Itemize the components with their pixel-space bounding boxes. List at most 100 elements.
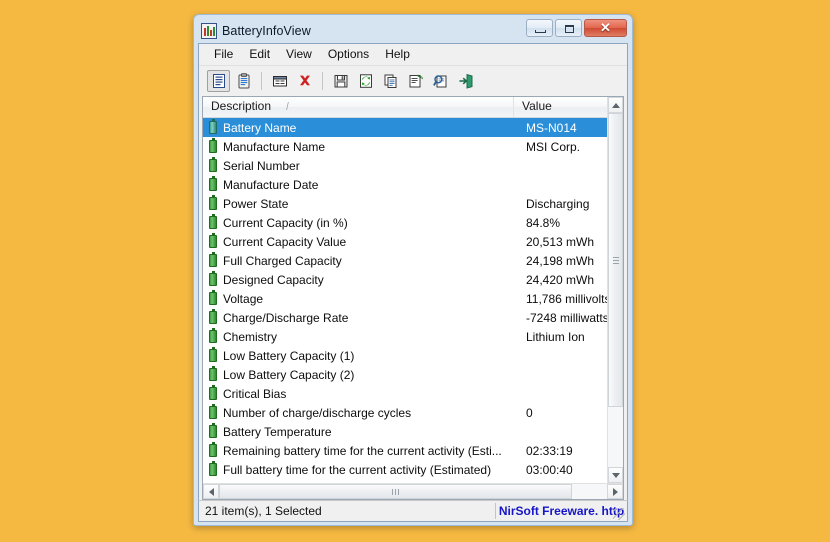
maximize-button[interactable] xyxy=(555,19,582,37)
battery-icon xyxy=(209,328,217,343)
cell-description: Full battery time for the current activi… xyxy=(223,462,492,477)
cell-description: Number of charge/discharge cycles xyxy=(223,405,412,420)
cell-description: Chemistry xyxy=(223,329,278,344)
vertical-scroll-thumb[interactable] xyxy=(608,113,623,407)
save-floppy-icon xyxy=(333,73,349,89)
column-header-value-label: Value xyxy=(522,99,552,113)
scroll-right-arrow-icon[interactable] xyxy=(607,484,623,499)
cell-description: Manufacture Name xyxy=(223,139,326,154)
report-view-button[interactable] xyxy=(207,70,230,92)
table-row[interactable]: Manufacture Date xyxy=(203,175,607,194)
table-row[interactable]: Manufacture Name MSI Corp. xyxy=(203,137,607,156)
cell-value: MS-N014 xyxy=(526,120,577,135)
cell-value: MSI Corp. xyxy=(526,139,581,154)
menu-edit[interactable]: Edit xyxy=(241,45,278,64)
refresh-button[interactable] xyxy=(354,70,377,92)
clipboard-button[interactable] xyxy=(232,70,255,92)
vertical-scrollbar[interactable] xyxy=(607,97,623,483)
menu-view[interactable]: View xyxy=(278,45,320,64)
battery-icon xyxy=(209,157,217,172)
save-button[interactable] xyxy=(329,70,352,92)
column-header-value[interactable]: Value xyxy=(514,97,607,117)
resize-grip[interactable] xyxy=(613,508,625,520)
refresh-green-arrows-icon xyxy=(358,73,374,89)
cell-value: 24,198 mWh xyxy=(526,253,595,268)
cell-description: Low Battery Capacity (1) xyxy=(223,348,355,363)
maximize-icon xyxy=(565,25,574,33)
battery-icon xyxy=(209,119,217,134)
table-row[interactable]: Charge/Discharge Rate -7248 milliwatts xyxy=(203,308,607,327)
delete-red-x-icon xyxy=(297,73,313,89)
table-row[interactable]: Critical Bias xyxy=(203,384,607,403)
close-icon: ✕ xyxy=(600,20,611,35)
properties-window-button[interactable] xyxy=(268,70,291,92)
cell-description: Designed Capacity xyxy=(223,272,324,287)
menu-options[interactable]: Options xyxy=(320,45,377,64)
status-nirsoft-link[interactable]: NirSoft Freeware. http xyxy=(496,504,627,518)
find-button[interactable] xyxy=(429,70,452,92)
list-header: Description / Value xyxy=(203,97,607,118)
list-main: Description / Value Battery Name MS-N014 M… xyxy=(203,97,607,483)
table-row[interactable]: Low Battery Capacity (2) xyxy=(203,365,607,384)
clipboard-icon xyxy=(236,73,252,89)
table-row[interactable]: Remaining battery time for the current a… xyxy=(203,441,607,460)
cell-value: 03:00:40 xyxy=(526,462,573,477)
copy-pages-icon xyxy=(383,73,399,89)
cell-description: Current Capacity (in %) xyxy=(223,215,348,230)
copy-button[interactable] xyxy=(379,70,402,92)
scroll-down-arrow-icon[interactable] xyxy=(608,467,623,483)
table-row[interactable]: Designed Capacity 24,420 mWh xyxy=(203,270,607,289)
battery-icon xyxy=(209,214,217,229)
toolbar-separator xyxy=(322,72,323,90)
table-row[interactable]: Battery Name MS-N014 xyxy=(203,118,607,137)
scroll-up-arrow-icon[interactable] xyxy=(608,97,623,113)
cell-description: Critical Bias xyxy=(223,386,287,401)
horizontal-scrollbar[interactable] xyxy=(203,483,623,499)
delete-button[interactable] xyxy=(293,70,316,92)
menu-help[interactable]: Help xyxy=(377,45,418,64)
column-header-description[interactable]: Description / xyxy=(203,97,514,117)
table-row[interactable]: Number of charge/discharge cycles 0 xyxy=(203,403,607,422)
cell-description: Charge/Discharge Rate xyxy=(223,310,349,325)
title-bar[interactable]: BatteryInfoView ✕ xyxy=(198,18,628,43)
cell-value: 11,786 millivolts xyxy=(526,291,607,306)
table-row[interactable]: Current Capacity Value 20,513 mWh xyxy=(203,232,607,251)
battery-icon xyxy=(209,461,217,476)
list-body-row: Description / Value Battery Name MS-N014 M… xyxy=(203,97,623,483)
battery-icon xyxy=(209,423,217,438)
cell-description: Serial Number xyxy=(223,158,300,173)
vertical-scroll-track[interactable] xyxy=(608,113,623,467)
table-row[interactable]: Full Charged Capacity 24,198 mWh xyxy=(203,251,607,270)
battery-icon xyxy=(209,138,217,153)
client-area: File Edit View Options Help Description … xyxy=(198,43,628,500)
table-row[interactable]: Current Capacity (in %) 84.8% xyxy=(203,213,607,232)
menu-file[interactable]: File xyxy=(206,45,241,64)
scroll-left-arrow-icon[interactable] xyxy=(203,484,219,499)
table-row[interactable]: Battery Temperature xyxy=(203,422,607,441)
table-row[interactable]: Full battery time for the current activi… xyxy=(203,460,607,479)
chart-bars-icon xyxy=(201,22,217,39)
cell-description: Battery Name xyxy=(223,120,297,135)
cell-value: 84.8% xyxy=(526,215,561,230)
minimize-button[interactable] xyxy=(526,19,553,37)
battery-icon xyxy=(209,176,217,191)
battery-icon xyxy=(209,195,217,210)
horizontal-scroll-thumb[interactable] xyxy=(219,484,573,499)
cell-value: 24,420 mWh xyxy=(526,272,595,287)
table-row[interactable]: Power State Discharging xyxy=(203,194,607,213)
window-controls: ✕ xyxy=(526,19,627,37)
menu-bar: File Edit View Options Help xyxy=(199,44,627,66)
exit-door-arrow-icon xyxy=(458,73,474,89)
table-row[interactable]: Voltage 11,786 millivolts xyxy=(203,289,607,308)
table-row[interactable]: Chemistry Lithium Ion xyxy=(203,327,607,346)
cell-value: -7248 milliwatts xyxy=(526,310,607,325)
cell-description: Remaining battery time for the current a… xyxy=(223,443,502,458)
close-button[interactable]: ✕ xyxy=(584,19,627,37)
exit-button[interactable] xyxy=(454,70,477,92)
horizontal-scroll-track[interactable] xyxy=(219,484,607,499)
item-properties-button[interactable] xyxy=(404,70,427,92)
table-row[interactable]: Low Battery Capacity (1) xyxy=(203,346,607,365)
properties-window-icon xyxy=(272,73,288,89)
toolbar xyxy=(199,66,627,96)
table-row[interactable]: Serial Number xyxy=(203,156,607,175)
